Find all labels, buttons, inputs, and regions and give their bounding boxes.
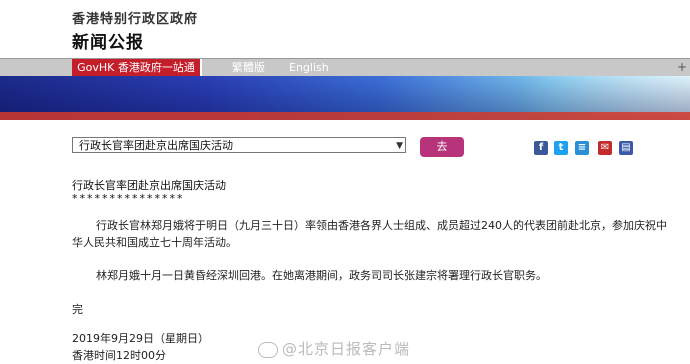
article-date: 2019年9月29日（星期日） <box>72 332 209 345</box>
site-header: 香港特别行政区政府 新闻公报 <box>0 0 690 58</box>
headline-stars: *************** <box>72 192 185 205</box>
weibo-logo-icon <box>258 341 278 358</box>
nav-separator <box>200 59 202 76</box>
watermark-text: @北京日报客户端 <box>282 340 411 358</box>
top-navbar: GovHK 香港政府一站通 繁體版 English + <box>0 58 690 76</box>
article-paragraph-2: 林郑月娥十月一日黄昏经深圳回港。在她离港期间，政务司司长张建宗将署理行政长官职务… <box>96 269 547 282</box>
article-time: 香港时间12时00分 <box>72 349 166 362</box>
share-icon[interactable]: ≡ <box>575 141 589 155</box>
twitter-icon[interactable]: t <box>554 141 568 155</box>
expand-icon[interactable]: + <box>676 61 688 73</box>
go-button[interactable]: 去 <box>420 137 464 157</box>
traditional-chinese-link[interactable]: 繁體版 <box>232 59 265 76</box>
press-release-select[interactable]: 行政长官率团赴京出席国庆活动 ▼ <box>72 137 406 153</box>
chevron-down-icon: ▼ <box>396 141 403 151</box>
page-section-title: 新闻公报 <box>72 33 144 53</box>
header-banner <box>0 76 690 120</box>
select-value: 行政长官率团赴京出席国庆活动 <box>79 139 233 152</box>
mail-icon[interactable]: ✉ <box>598 141 612 155</box>
org-title: 香港特别行政区政府 <box>72 12 199 27</box>
english-link[interactable]: English <box>289 59 329 76</box>
watermark: @北京日报客户端 <box>258 338 410 359</box>
facebook-icon[interactable]: f <box>534 141 548 155</box>
article-headline: 行政长官率团赴京出席国庆活动 <box>72 179 226 192</box>
article-end: 完 <box>72 303 83 316</box>
banner-strip <box>0 112 690 120</box>
print-icon[interactable]: ▤ <box>619 141 633 155</box>
article-paragraph-1: 行政长官林郑月娥将于明日（九月三十日）率领由香港各界人士组成、成员超过240人的… <box>72 219 667 249</box>
govhk-link[interactable]: GovHK 香港政府一站通 <box>72 59 200 76</box>
